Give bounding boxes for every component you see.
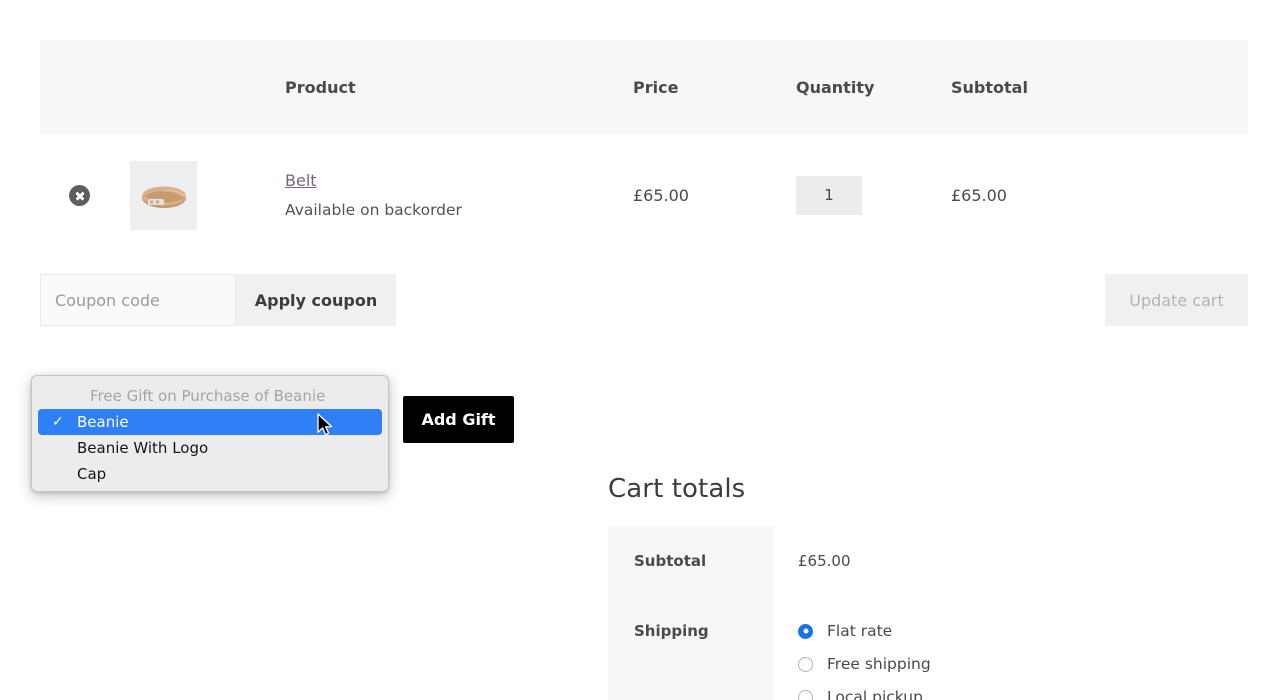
- product-name-link[interactable]: Belt: [285, 169, 317, 194]
- product-thumbnail-cell: [130, 134, 285, 257]
- shipping-option-local-pickup[interactable]: Local pickup: [798, 688, 1248, 700]
- shipping-option-free-shipping[interactable]: Free shipping: [798, 655, 1248, 673]
- shipping-option-label: Local pickup: [827, 688, 923, 700]
- dropdown-option-label: Beanie With Logo: [77, 439, 208, 457]
- table-row: Belt Available on backorder £65.00 £65.0…: [40, 134, 1248, 257]
- column-header-subtotal: Subtotal: [951, 40, 1248, 134]
- radio-flat-rate[interactable]: [798, 624, 813, 639]
- cart-page: Product Price Quantity Subtotal: [0, 0, 1272, 700]
- shipping-option-label: Flat rate: [827, 622, 892, 640]
- check-icon: ✓: [52, 409, 64, 435]
- belt-product-image[interactable]: [130, 161, 197, 230]
- radio-free-shipping[interactable]: [798, 657, 813, 672]
- shipping-options-cell: Flat rate Free shipping Local pickup: [774, 596, 1248, 700]
- cart-table-header-row: Product Price Quantity Subtotal: [40, 40, 1248, 134]
- add-gift-button[interactable]: Add Gift: [403, 396, 514, 443]
- cart-totals-subtotal-row: Subtotal £65.00: [608, 526, 1248, 596]
- product-info-cell: Belt Available on backorder: [285, 134, 633, 257]
- radio-local-pickup[interactable]: [798, 690, 813, 700]
- cart-totals-heading: Cart totals: [608, 474, 745, 504]
- dropdown-option-cap[interactable]: Cap: [32, 461, 388, 487]
- dropdown-option-label: Beanie: [77, 413, 129, 431]
- quantity-input[interactable]: [796, 176, 862, 215]
- column-header-price: Price: [633, 40, 796, 134]
- dropdown-option-beanie[interactable]: ✓ Beanie: [38, 409, 382, 435]
- belt-illustration: [130, 161, 197, 230]
- cart-totals-table: Subtotal £65.00 Shipping Flat rate Free …: [608, 526, 1248, 700]
- dropdown-option-label: Cap: [77, 465, 106, 483]
- column-header-thumbnail: [130, 40, 285, 134]
- shipping-option-label: Free shipping: [827, 655, 931, 673]
- shipping-option-flat-rate[interactable]: Flat rate: [798, 622, 1248, 640]
- product-price: £65.00: [633, 134, 796, 257]
- apply-coupon-button[interactable]: Apply coupon: [236, 274, 396, 326]
- shopping-cart-table: Product Price Quantity Subtotal: [40, 40, 1248, 257]
- update-cart-button[interactable]: Update cart: [1105, 274, 1248, 326]
- stock-status-text: Available on backorder: [285, 198, 633, 222]
- shipping-methods-list: Flat rate Free shipping Local pickup: [798, 622, 1248, 700]
- subtotal-label: Subtotal: [608, 526, 774, 596]
- coupon-row-spacer: [396, 274, 1105, 326]
- coupon-actions-row: Apply coupon Update cart: [40, 274, 1248, 326]
- dropdown-header-label: Free Gift on Purchase of Beanie: [32, 383, 388, 409]
- coupon-code-input[interactable]: [40, 274, 236, 326]
- dropdown-option-beanie-with-logo[interactable]: Beanie With Logo: [32, 435, 388, 461]
- remove-item-cell: [40, 134, 130, 257]
- column-header-remove: [40, 40, 130, 134]
- free-gift-dropdown-popup[interactable]: Free Gift on Purchase of Beanie ✓ Beanie…: [31, 375, 389, 492]
- shipping-label: Shipping: [608, 596, 774, 700]
- column-header-product: Product: [285, 40, 633, 134]
- product-subtotal: £65.00: [951, 134, 1248, 257]
- column-header-quantity: Quantity: [796, 40, 951, 134]
- subtotal-value: £65.00: [774, 526, 1248, 596]
- cart-totals-shipping-row: Shipping Flat rate Free shipping: [608, 596, 1248, 700]
- remove-circle-icon[interactable]: [69, 185, 90, 206]
- quantity-cell: [796, 134, 951, 257]
